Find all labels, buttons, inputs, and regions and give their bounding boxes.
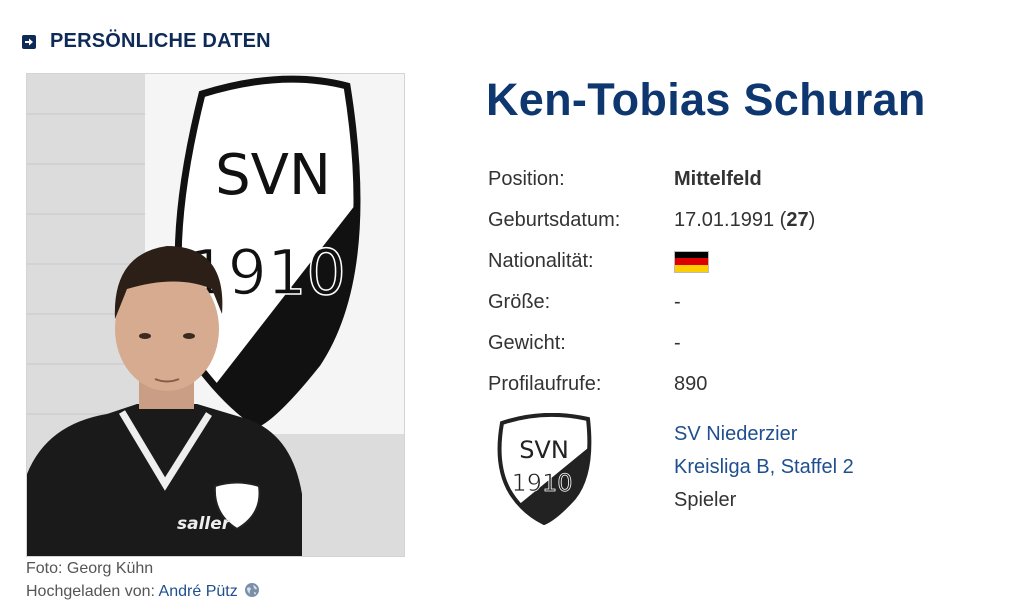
club-logo-text-bottom: 1910 [511,469,572,497]
uploader-link[interactable]: André Pütz [159,583,238,600]
birthdate-value: 17.01.1991 (27) [674,209,816,231]
detail-label: Gewicht: [488,332,566,354]
arrow-right-square-icon [22,34,36,49]
club-role: Spieler [674,489,737,511]
club-logo[interactable]: SVN 1910 [494,412,594,530]
detail-label: Nationalität: [488,250,594,272]
position-value: Mittelfeld [674,168,762,190]
crest-text-top: SVN [215,143,331,208]
club-logo-text-top: SVN [519,436,569,464]
detail-label: Größe: [488,291,551,313]
club-info: SV Niederzier Kreisliga B, Staffel 2 Spi… [674,423,854,522]
photo-credit: Foto: Georg Kühn [26,560,154,577]
player-name: Ken-Tobias Schuran [486,74,926,125]
detail-label: Position: [488,168,565,190]
weight-value: - [674,332,681,354]
globe-icon[interactable] [244,582,260,603]
age-value: 27 [786,209,809,231]
views-value: 890 [674,373,708,395]
club-name-link[interactable]: SV Niederzier [674,423,797,445]
detail-label: Profilaufrufe: [488,373,602,395]
uploaded-by: Hochgeladen von: André Pütz [26,582,260,603]
league-link[interactable]: Kreisliga B, Staffel 2 [674,456,854,478]
section-title: PERSÖNLICHE DATEN [50,30,271,52]
uploaded-by-label: Hochgeladen von: [26,583,155,600]
player-photo[interactable]: SVN 1910 saller [26,73,405,557]
shirt-brand-text: saller [177,514,232,534]
germany-flag-icon [674,250,709,273]
detail-label: Geburtsdatum: [488,209,621,231]
section-header: PERSÖNLICHE DATEN [22,30,271,53]
height-value: - [674,291,681,313]
